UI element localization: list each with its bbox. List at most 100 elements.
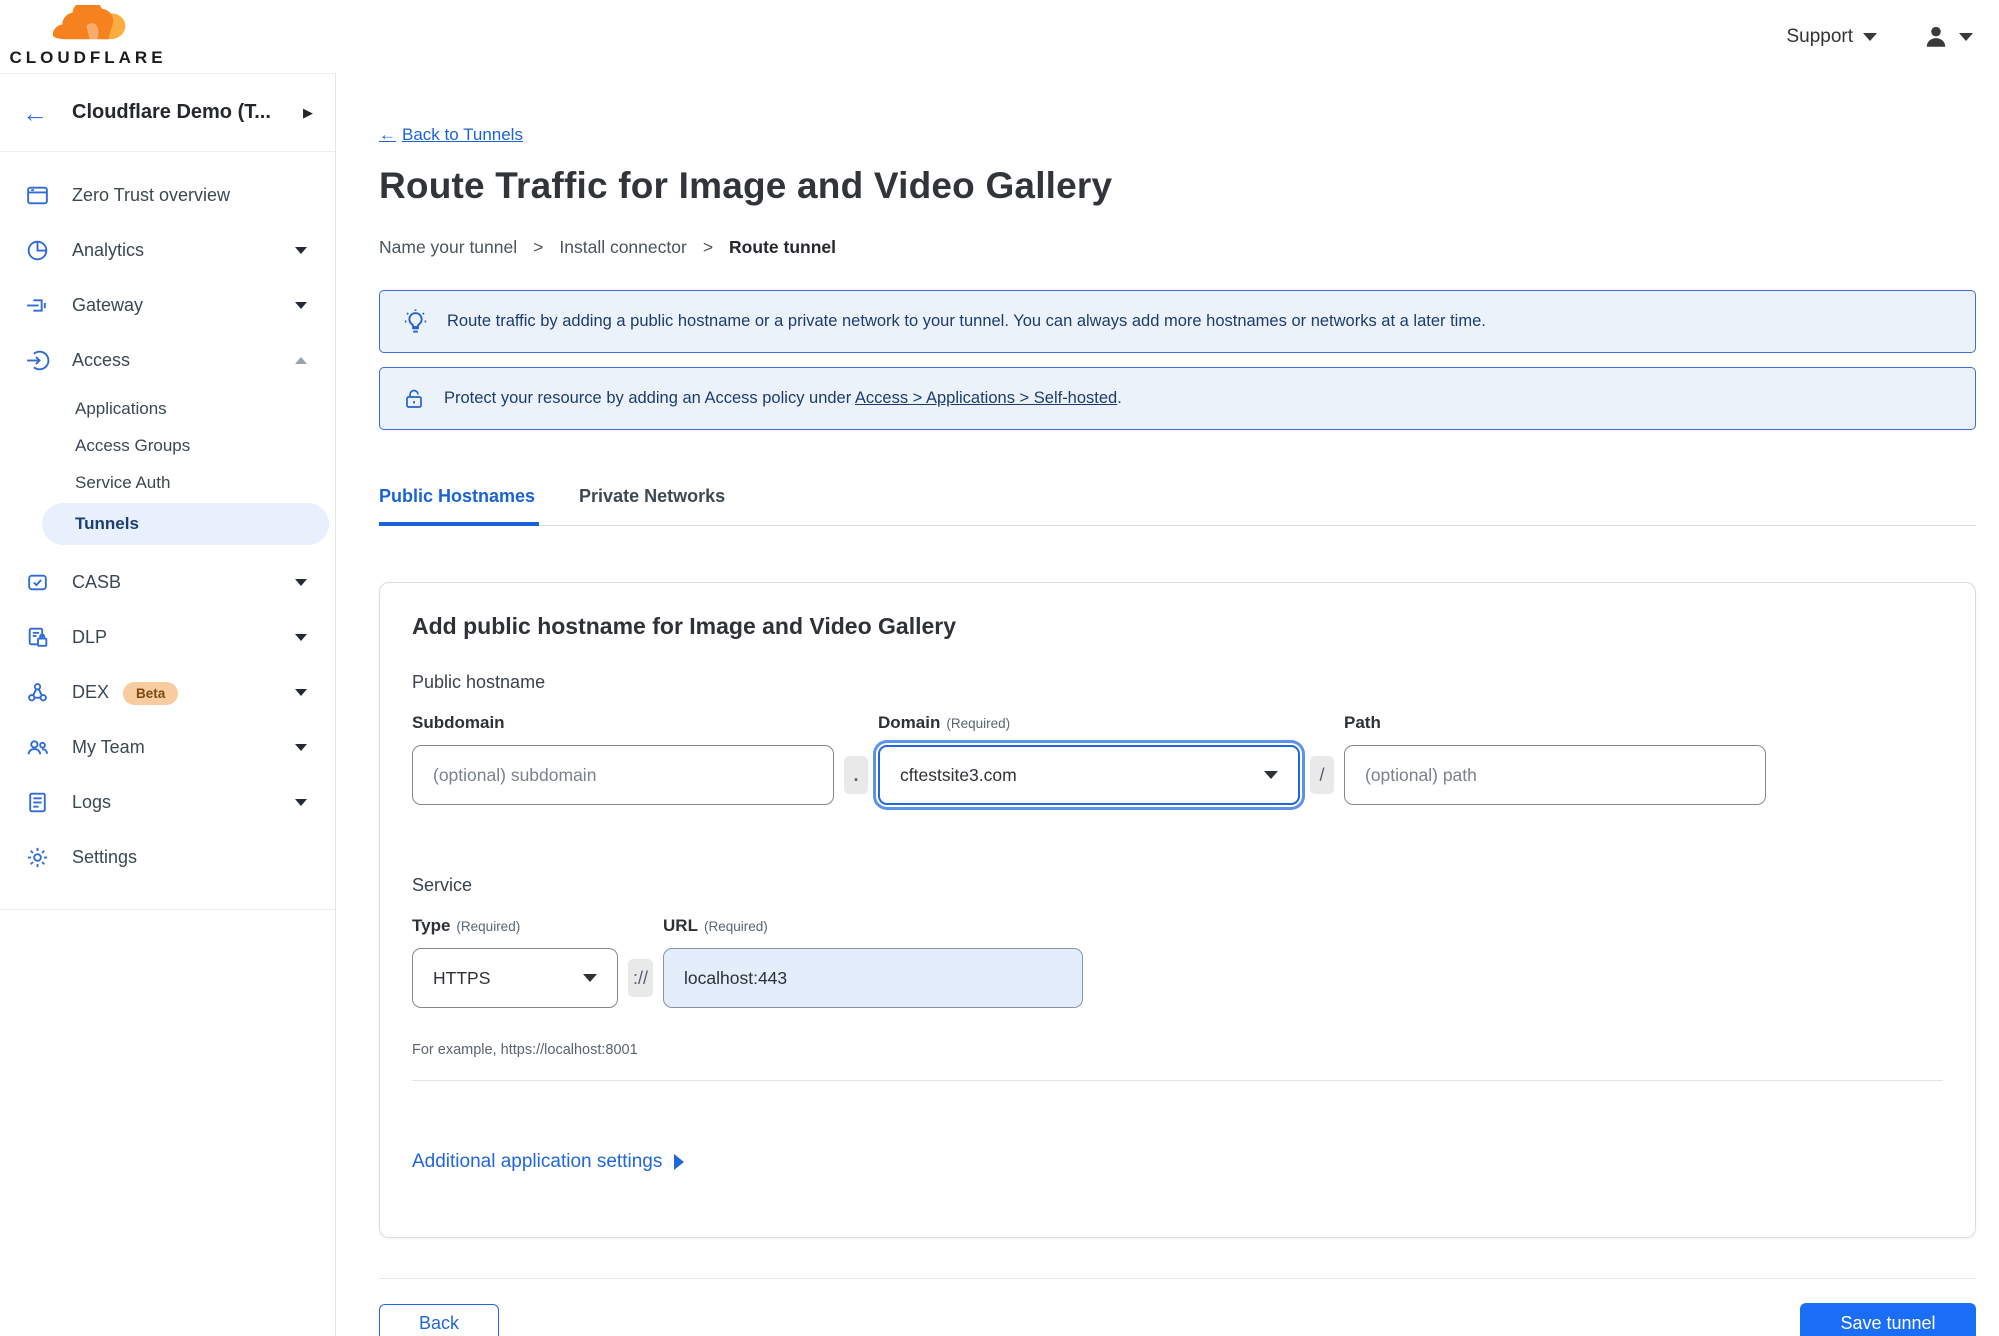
required-hint: (Required)	[456, 919, 521, 934]
casb-icon	[24, 570, 50, 596]
domain-select-value: cftestsite3.com	[900, 764, 1017, 785]
chevron-right-icon[interactable]: ▶	[303, 105, 313, 121]
sidebar-item-label: Tunnels	[75, 514, 139, 533]
domain-field-group: Domain (Required) cftestsite3.com	[878, 713, 1300, 805]
sidebar-nav: Zero Trust overview Analytics Gateway Ac…	[0, 152, 335, 910]
back-to-tunnels-link[interactable]: ← Back to Tunnels	[379, 125, 523, 145]
cloudflare-wordmark: CLOUDFLARE	[9, 48, 167, 67]
main-content: ← Back to Tunnels Route Traffic for Imag…	[336, 73, 1999, 1336]
sidebar-item-label: Service Auth	[75, 472, 171, 492]
additional-settings-toggle[interactable]: Additional application settings	[412, 1151, 685, 1173]
sidebar-item-settings[interactable]: Settings	[0, 830, 335, 885]
chevron-down-icon	[1264, 771, 1278, 779]
sidebar-item-tunnels[interactable]: Tunnels	[42, 503, 329, 545]
sidebar-item-label: DLP	[72, 627, 108, 647]
chevron-down-icon	[295, 302, 307, 309]
chevron-down-icon	[295, 579, 307, 586]
gear-icon	[24, 845, 50, 871]
sidebar-item-label: CASB	[72, 572, 122, 592]
beta-badge: Beta	[123, 682, 179, 705]
footer-divider	[379, 1278, 1976, 1279]
access-applications-link[interactable]: Access > Applications > Self-hosted	[855, 389, 1117, 407]
chevron-down-icon	[1863, 32, 1877, 41]
service-label: Service	[412, 875, 473, 895]
subdomain-field-group: Subdomain	[412, 713, 834, 805]
chevron-down-icon	[295, 744, 307, 751]
sidebar-item-service-auth[interactable]: Service Auth	[0, 464, 335, 501]
sidebar-item-analytics[interactable]: Analytics	[0, 223, 335, 278]
tab-public-hostnames[interactable]: Public Hostnames	[379, 486, 540, 526]
chevron-up-icon	[295, 357, 307, 364]
sidebar-item-access[interactable]: Access	[0, 333, 335, 388]
top-bar: CLOUDFLARE Support	[0, 0, 1999, 73]
step-route-tunnel: Route tunnel	[729, 237, 836, 257]
chevron-down-icon	[583, 974, 597, 982]
back-arrow-icon[interactable]: ←	[22, 100, 48, 126]
hostname-field-row: Subdomain . Domain(Required) cftestsite3…	[412, 713, 1943, 805]
cloudflare-logo: CLOUDFLARE	[9, 5, 163, 68]
save-tunnel-button[interactable]: Save tunnel	[1800, 1303, 1976, 1336]
tip-banner-text: Route traffic by adding a public hostnam…	[447, 312, 1486, 330]
access-icon	[24, 348, 50, 374]
pie-chart-icon	[24, 238, 50, 264]
back-button[interactable]: Back	[379, 1303, 499, 1336]
user-menu[interactable]	[1923, 24, 1973, 50]
sidebar-item-label: Logs	[72, 792, 112, 812]
sidebar-item-label: My Team	[72, 737, 145, 757]
chevron-down-icon	[295, 799, 307, 806]
subdomain-label: Subdomain	[412, 713, 505, 732]
tip-banner: Route traffic by adding a public hostnam…	[379, 290, 1976, 353]
dot-separator: .	[844, 756, 868, 794]
sidebar-item-label: Applications	[75, 398, 167, 418]
path-field-group: Path	[1344, 713, 1766, 805]
wizard-steps: Name your tunnel > Install connector > R…	[379, 237, 836, 257]
gateway-icon	[24, 293, 50, 319]
lightbulb-icon	[404, 309, 427, 333]
tab-private-networks[interactable]: Private Networks	[579, 486, 725, 525]
path-input[interactable]	[1344, 745, 1766, 805]
sidebar-item-zero-trust-overview[interactable]: Zero Trust overview	[0, 168, 335, 223]
account-header: ← Cloudflare Demo (T... ▶	[0, 74, 335, 152]
scheme-separator: ://	[628, 959, 654, 997]
chevron-down-icon	[295, 634, 307, 641]
sidebar-item-applications[interactable]: Applications	[0, 390, 335, 427]
service-url-input[interactable]	[663, 948, 1084, 1008]
logs-icon	[24, 790, 50, 816]
sidebar-item-gateway[interactable]: Gateway	[0, 278, 335, 333]
sidebar-item-label: Access	[72, 350, 131, 370]
sidebar-item-label: Gateway	[72, 295, 144, 315]
sidebar-item-label: Analytics	[72, 240, 145, 260]
cloudflare-cloud-icon	[52, 5, 126, 40]
chevron-down-icon	[295, 247, 307, 254]
network-nodes-icon	[24, 680, 50, 706]
required-hint: (Required)	[703, 919, 768, 934]
url-field-group: URL (Required)	[663, 916, 1084, 1008]
sidebar-item-logs[interactable]: Logs	[0, 775, 335, 830]
card-heading: Add public hostname for Image and Video …	[412, 613, 957, 639]
access-submenu: Applications Access Groups Service Auth …	[0, 390, 335, 545]
user-icon	[1926, 26, 1946, 47]
sidebar-item-access-groups[interactable]: Access Groups	[0, 427, 335, 464]
public-hostname-label: Public hostname	[412, 672, 546, 692]
account-name: Cloudflare Demo (T...	[72, 101, 271, 123]
sidebar-item-dex[interactable]: DEX Beta	[0, 665, 335, 720]
service-type-select[interactable]: HTTPS	[412, 948, 618, 1008]
slash-separator: /	[1310, 756, 1334, 794]
sidebar-item-dlp[interactable]: DLP	[0, 610, 335, 665]
domain-select[interactable]: cftestsite3.com	[878, 745, 1300, 805]
chevron-right-icon	[674, 1154, 685, 1170]
page-title: Route Traffic for Image and Video Galler…	[379, 165, 1113, 206]
sidebar-item-my-team[interactable]: My Team	[0, 720, 335, 775]
subdomain-input[interactable]	[412, 745, 834, 805]
type-label: Type (Required)	[412, 916, 521, 935]
support-menu[interactable]: Support	[1786, 26, 1877, 48]
card-divider	[412, 1080, 1943, 1081]
sidebar-item-casb[interactable]: CASB	[0, 555, 335, 610]
service-type-value: HTTPS	[433, 967, 491, 988]
required-hint: (Required)	[946, 716, 1011, 731]
team-icon	[24, 735, 50, 761]
url-example-hint: For example, https://localhost:8001	[412, 1042, 638, 1058]
sidebar: ← Cloudflare Demo (T... ▶ Zero Trust ove…	[0, 73, 336, 1336]
sidebar-item-label: Settings	[72, 847, 138, 867]
url-label: URL (Required)	[663, 916, 768, 935]
